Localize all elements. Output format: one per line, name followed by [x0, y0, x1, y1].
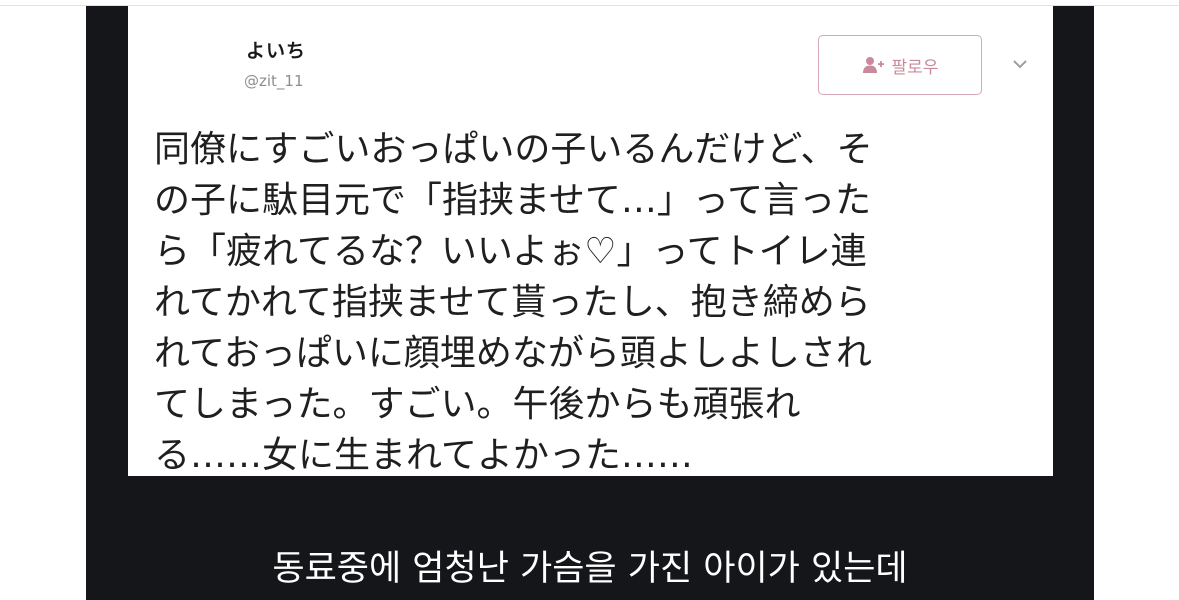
tweet-text: 同僚にすごいおっぱいの子いるんだけど、そ の子に駄目元で「指挟ませて…」って言っ… [154, 129, 873, 476]
chevron-down-icon[interactable] [1012, 56, 1028, 72]
user-handle[interactable]: @zit_11 [244, 72, 304, 90]
tweet-card: よいち @zit_11 팔로우 同僚にすごいおっぱいの子いるんだけど、そ の子に… [128, 6, 1053, 476]
follow-button[interactable]: 팔로우 [818, 35, 982, 95]
follow-button-label: 팔로우 [891, 57, 939, 78]
display-name[interactable]: よいち [246, 36, 306, 63]
add-user-icon [862, 56, 884, 74]
caption-text: 동료중에 엄청난 가슴을 가진 아이가 있는데 [272, 549, 908, 589]
